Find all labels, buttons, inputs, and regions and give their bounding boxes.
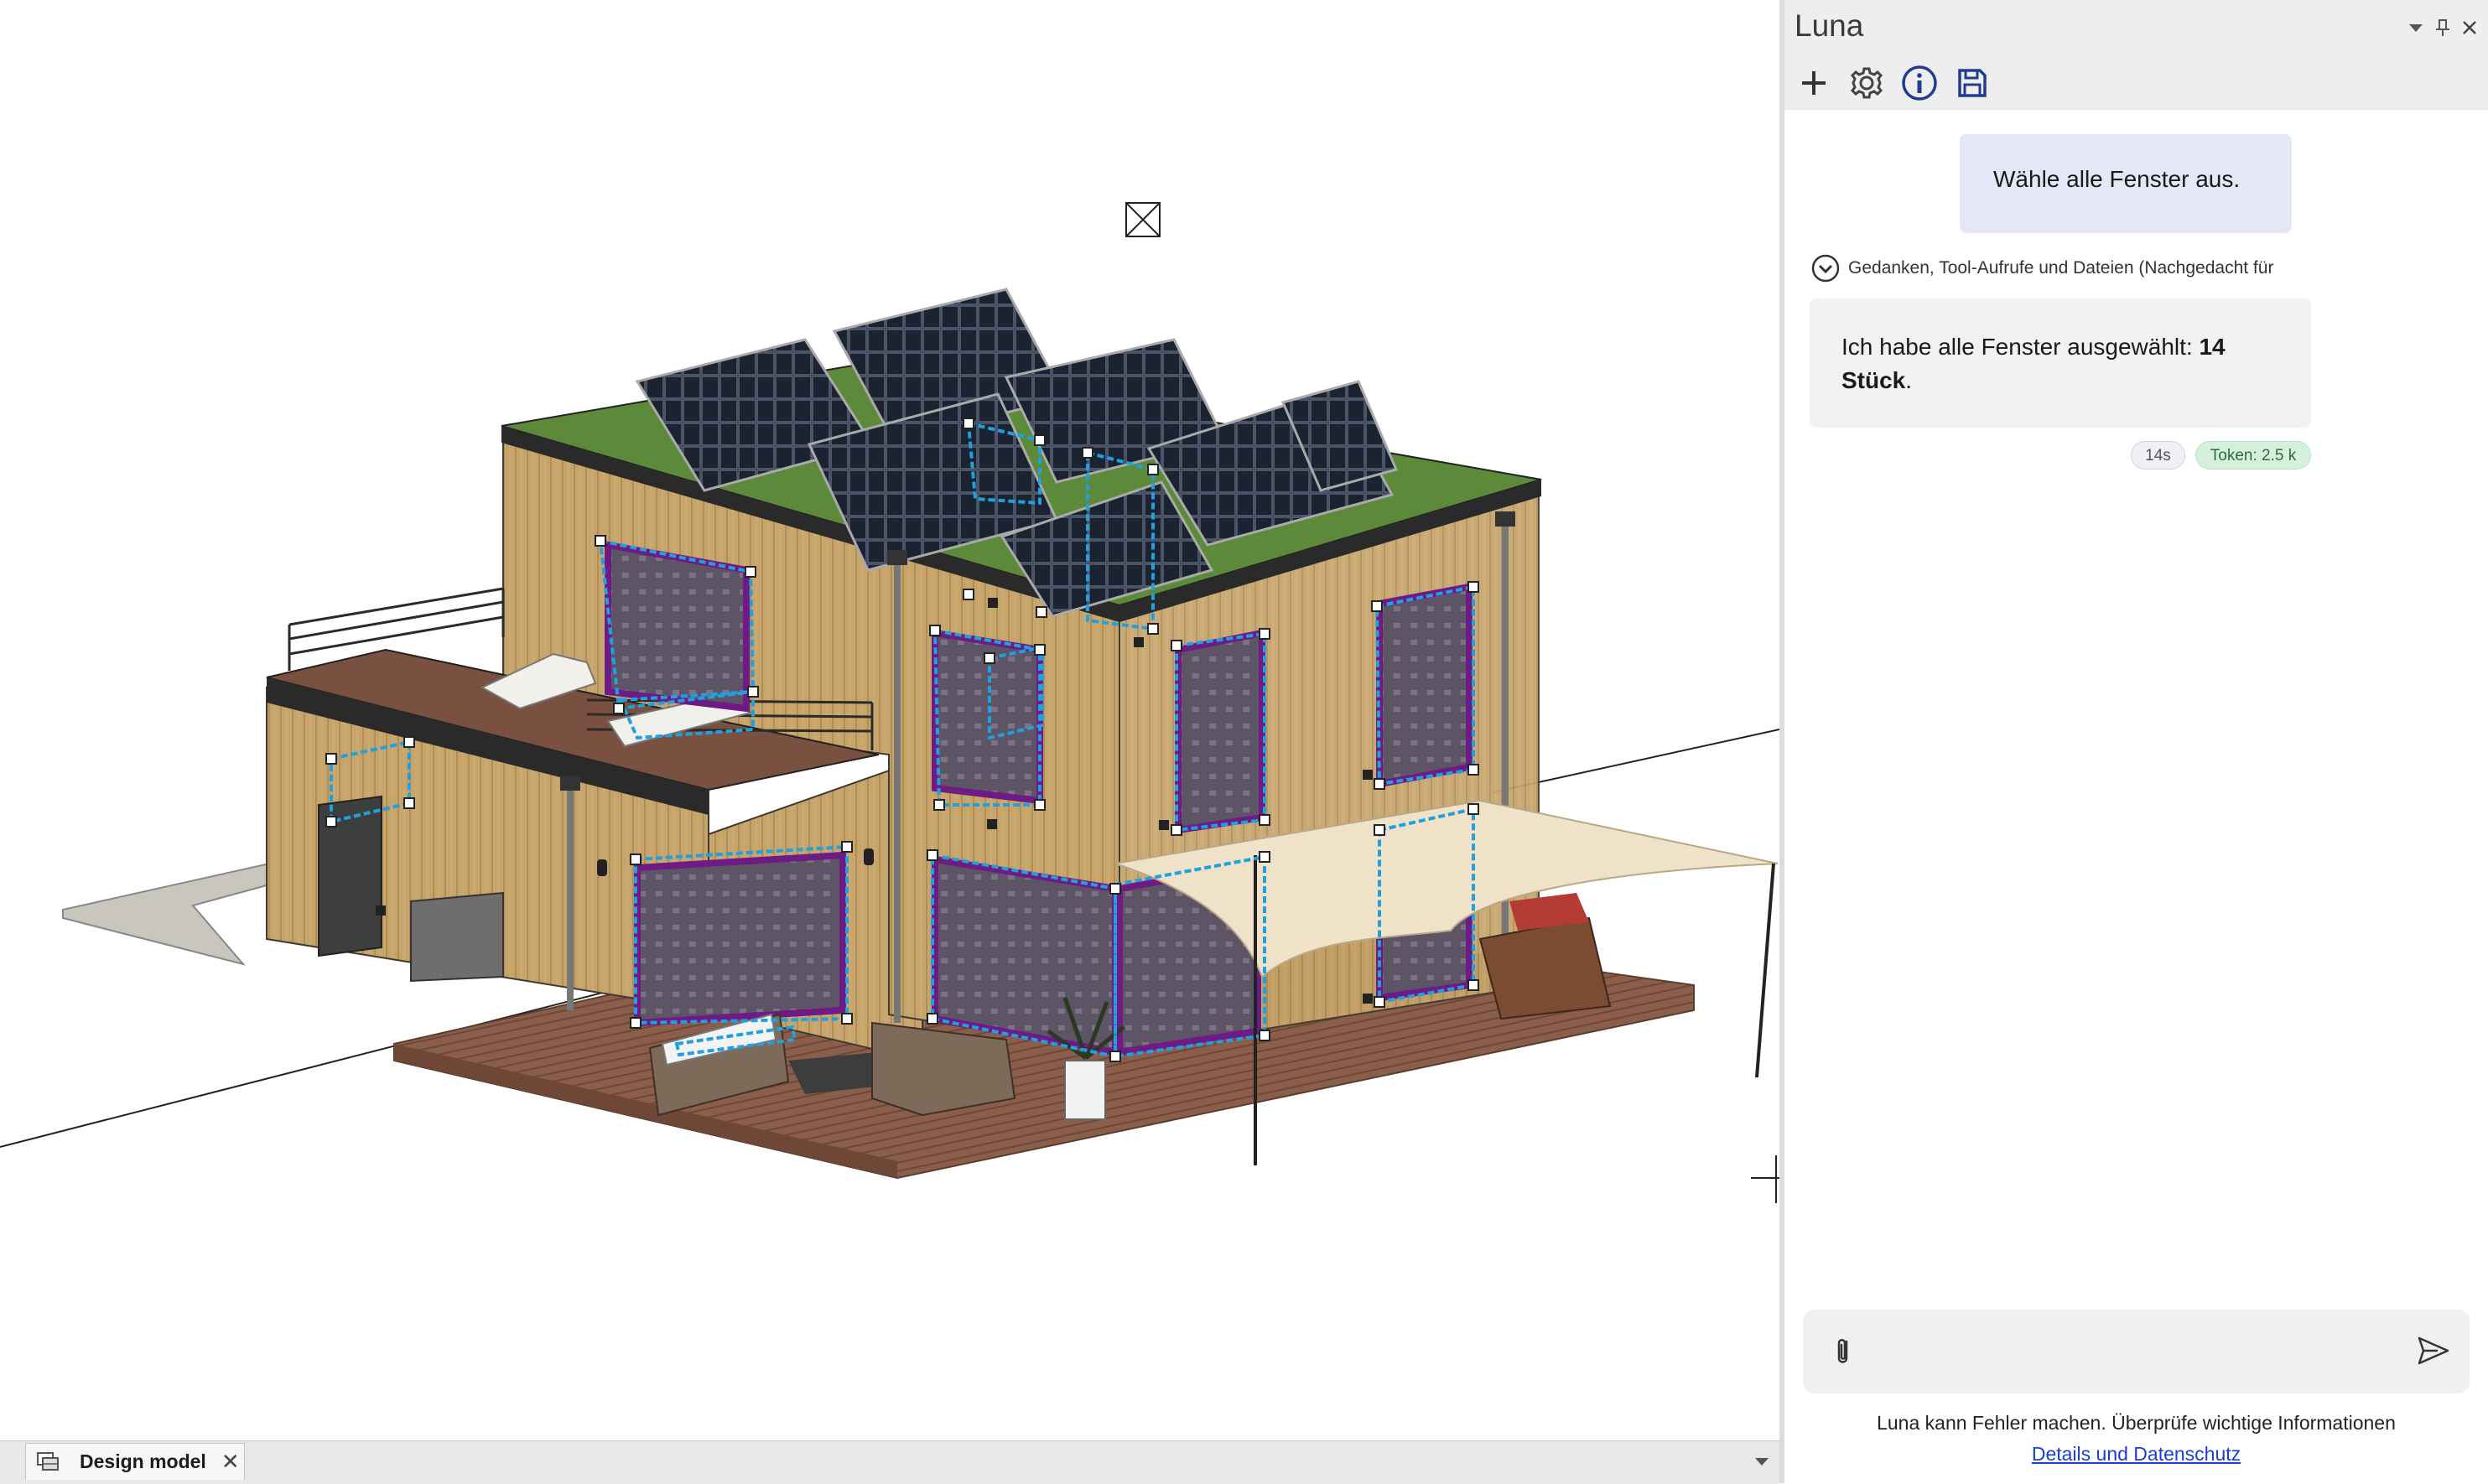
crosshair-cursor: [1751, 1155, 1779, 1203]
close-icon[interactable]: [2459, 17, 2480, 39]
dropdown-icon[interactable]: [2405, 17, 2427, 39]
thoughts-toggle[interactable]: Gedanken, Tool-Aufrufe und Dateien (Nach…: [1811, 253, 2273, 283]
user-message-text: Wähle alle Fenster aus.: [1993, 166, 2241, 192]
model-view-icon: [37, 1451, 59, 1471]
shade-pole: [1755, 863, 1775, 1078]
wall-lamp: [560, 776, 580, 791]
tab-design-model[interactable]: Design model ✕: [25, 1443, 245, 1480]
tab-list-dropdown-icon[interactable]: [1753, 1453, 1771, 1470]
plus-icon[interactable]: [1795, 64, 1833, 102]
chat-input[interactable]: [1870, 1330, 2376, 1375]
assistant-text-end: .: [1905, 367, 1913, 393]
disclaimer-text: Luna kann Fehler machen. Überprüfe wicht…: [1877, 1412, 2396, 1434]
close-icon[interactable]: ✕: [221, 1451, 240, 1473]
user-message-bubble: Wähle alle Fenster aus.: [1960, 134, 2292, 233]
info-icon[interactable]: [1900, 64, 1939, 102]
3d-viewport[interactable]: [0, 0, 1779, 1440]
thoughts-label: Gedanken, Tool-Aufrufe und Dateien (Nach…: [1848, 258, 2274, 278]
privacy-link[interactable]: Details und Datenschutz: [1784, 1443, 2488, 1466]
chat-input-box: [1803, 1310, 2470, 1393]
assistant-text: Ich habe alle Fenster ausgewählt:: [1841, 334, 2200, 360]
wall-lamp: [1495, 511, 1515, 527]
time-badge: 14s: [2131, 441, 2185, 470]
token-badge: Token: 2.5 k: [2195, 441, 2311, 470]
heat-pump: [410, 891, 504, 983]
panel-header: Luna: [1784, 0, 2488, 57]
panel-toolbar: [1784, 57, 2488, 110]
wall-lamp: [887, 550, 907, 565]
wall-lamp: [597, 859, 607, 876]
gear-icon[interactable]: [1847, 64, 1886, 102]
view-cube-icon[interactable]: [1125, 202, 1161, 237]
gravel-path: [62, 860, 287, 966]
save-icon[interactable]: [1953, 64, 1992, 102]
wall-lamp: [864, 848, 874, 865]
document-tab-bar: Design model ✕: [0, 1440, 1779, 1484]
pin-icon[interactable]: [2432, 17, 2454, 39]
tab-label: Design model: [80, 1450, 206, 1472]
assistant-message-bubble: Ich habe alle Fenster ausgewählt: 14 Stü…: [1810, 298, 2311, 428]
building-model-scene[interactable]: [0, 0, 1779, 1440]
paperclip-icon[interactable]: [1828, 1333, 1858, 1370]
send-icon[interactable]: [2413, 1331, 2453, 1370]
panel-title: Luna: [1795, 8, 1864, 43]
chevron-down-icon: [1811, 254, 1840, 283]
